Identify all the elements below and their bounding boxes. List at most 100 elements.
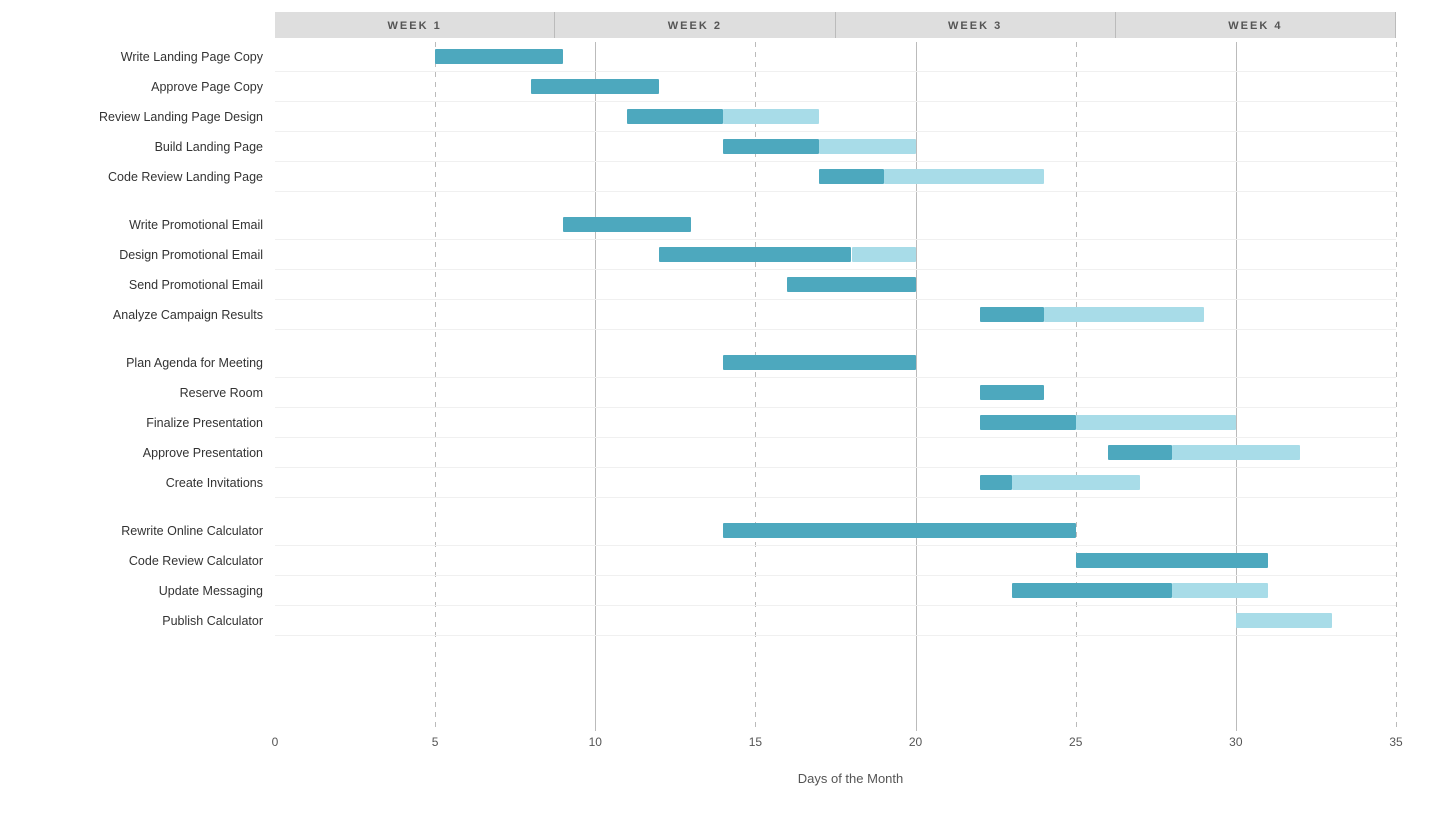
task-label: Code Review Calculator	[20, 554, 275, 568]
chart-container: WEEK 1WEEK 2WEEK 3WEEK 4 Write Landing P…	[0, 0, 1446, 836]
bar-dark	[980, 307, 1044, 322]
task-label: Review Landing Page Design	[20, 110, 275, 124]
bar-area	[275, 72, 1396, 102]
bar-light	[884, 169, 1044, 184]
group-spacer	[20, 498, 1426, 516]
bar-dark	[980, 385, 1044, 400]
bar-area	[275, 102, 1396, 132]
bar-dark	[723, 355, 915, 370]
x-tick: 30	[1229, 735, 1242, 749]
task-label: Reserve Room	[20, 386, 275, 400]
bar-light	[819, 139, 915, 154]
task-row: Design Promotional Email	[20, 240, 1426, 270]
bar-area	[275, 516, 1396, 546]
x-tick: 35	[1389, 735, 1402, 749]
bar-dark	[723, 139, 819, 154]
bar-area	[275, 576, 1396, 606]
bar-dark	[980, 415, 1076, 430]
bar-dark	[531, 79, 659, 94]
x-tick: 15	[749, 735, 762, 749]
task-row: Send Promotional Email	[20, 270, 1426, 300]
task-label: Update Messaging	[20, 584, 275, 598]
bar-dark	[787, 277, 915, 292]
bar-light	[1076, 415, 1236, 430]
x-tick: 20	[909, 735, 922, 749]
bar-light	[1172, 583, 1268, 598]
bar-dark	[435, 49, 563, 64]
bar-area	[275, 132, 1396, 162]
task-row: Rewrite Online Calculator	[20, 516, 1426, 546]
bar-area	[275, 240, 1396, 270]
bar-dark	[563, 217, 691, 232]
task-label: Build Landing Page	[20, 140, 275, 154]
bar-area	[275, 606, 1396, 636]
bar-dark	[627, 109, 723, 124]
bar-dark	[819, 169, 883, 184]
bar-dark	[1076, 553, 1268, 568]
task-row: Code Review Landing Page	[20, 162, 1426, 192]
bar-dark	[1108, 445, 1172, 460]
task-row: Build Landing Page	[20, 132, 1426, 162]
task-label: Write Landing Page Copy	[20, 50, 275, 64]
x-axis-label: Days of the Month	[275, 771, 1426, 786]
x-tick: 25	[1069, 735, 1082, 749]
bar-light	[852, 247, 916, 262]
bar-light	[723, 109, 819, 124]
bar-area	[275, 546, 1396, 576]
x-tick: 5	[432, 735, 439, 749]
week-label: WEEK 4	[1116, 12, 1396, 38]
x-tick: 10	[589, 735, 602, 749]
task-row: Write Landing Page Copy	[20, 42, 1426, 72]
task-row: Plan Agenda for Meeting	[20, 348, 1426, 378]
task-label: Approve Page Copy	[20, 80, 275, 94]
bar-area	[275, 438, 1396, 468]
bar-dark	[1012, 583, 1172, 598]
task-row: Analyze Campaign Results	[20, 300, 1426, 330]
bar-area	[275, 300, 1396, 330]
task-label: Finalize Presentation	[20, 416, 275, 430]
task-label: Design Promotional Email	[20, 248, 275, 262]
task-row: Write Promotional Email	[20, 210, 1426, 240]
task-label: Write Promotional Email	[20, 218, 275, 232]
task-row: Reserve Room	[20, 378, 1426, 408]
task-row: Finalize Presentation	[20, 408, 1426, 438]
x-axis: 05101520253035	[275, 735, 1396, 765]
task-row: Approve Presentation	[20, 438, 1426, 468]
bar-area	[275, 270, 1396, 300]
task-row: Update Messaging	[20, 576, 1426, 606]
task-label: Code Review Landing Page	[20, 170, 275, 184]
task-row: Review Landing Page Design	[20, 102, 1426, 132]
bar-area	[275, 468, 1396, 498]
week-label: WEEK 1	[275, 12, 555, 38]
task-label: Publish Calculator	[20, 614, 275, 628]
bar-area	[275, 408, 1396, 438]
bar-dark	[980, 475, 1012, 490]
bar-area	[275, 42, 1396, 72]
bar-area	[275, 378, 1396, 408]
bar-light	[1236, 613, 1332, 628]
task-label: Send Promotional Email	[20, 278, 275, 292]
x-tick: 0	[272, 735, 279, 749]
task-label: Rewrite Online Calculator	[20, 524, 275, 538]
bar-light	[1172, 445, 1300, 460]
task-row: Publish Calculator	[20, 606, 1426, 636]
task-row: Code Review Calculator	[20, 546, 1426, 576]
bar-area	[275, 162, 1396, 192]
task-row: Approve Page Copy	[20, 72, 1426, 102]
group-spacer	[20, 192, 1426, 210]
task-label: Create Invitations	[20, 476, 275, 490]
week-label: WEEK 3	[836, 12, 1116, 38]
bar-light	[1012, 475, 1140, 490]
task-label: Plan Agenda for Meeting	[20, 356, 275, 370]
task-row: Create Invitations	[20, 468, 1426, 498]
bar-light	[1044, 307, 1204, 322]
week-label: WEEK 2	[555, 12, 835, 38]
task-label: Analyze Campaign Results	[20, 308, 275, 322]
week-header-row: WEEK 1WEEK 2WEEK 3WEEK 4	[275, 12, 1396, 38]
task-label: Approve Presentation	[20, 446, 275, 460]
bar-area	[275, 348, 1396, 378]
bar-area	[275, 210, 1396, 240]
group-spacer	[20, 330, 1426, 348]
bar-dark	[659, 247, 851, 262]
bar-dark	[723, 523, 1075, 538]
